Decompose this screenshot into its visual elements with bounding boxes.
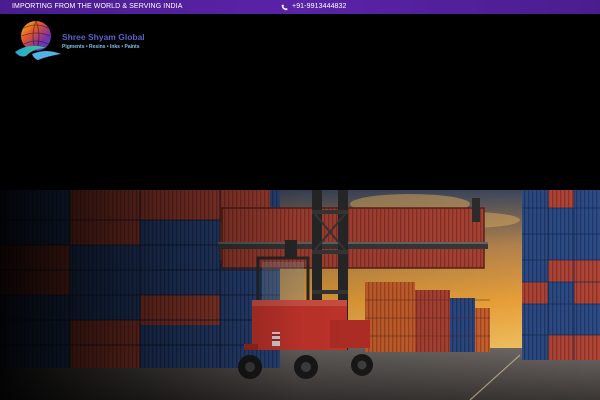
top-bar: IMPORTING FROM THE WORLD & SERVING INDIA… xyxy=(0,0,600,14)
hero-image xyxy=(0,190,600,400)
brand-name: Shree Shyam Global xyxy=(62,31,145,42)
site-header: Shree Shyam Global Pigments • Resins • I… xyxy=(0,14,600,190)
brand-subtitle: Pigments • Resins • Inks • Paints xyxy=(62,43,140,50)
phone-number[interactable]: +91-9913444832 xyxy=(292,0,347,14)
hero-port-illustration xyxy=(0,190,600,400)
globe-leaf-icon xyxy=(15,20,61,60)
phone-icon xyxy=(281,4,288,10)
logo[interactable]: Shree Shyam Global Pigments • Resins • I… xyxy=(12,18,145,62)
tagline: IMPORTING FROM THE WORLD & SERVING INDIA xyxy=(12,3,183,10)
phone-link[interactable]: +91-9913444832 xyxy=(281,0,347,14)
